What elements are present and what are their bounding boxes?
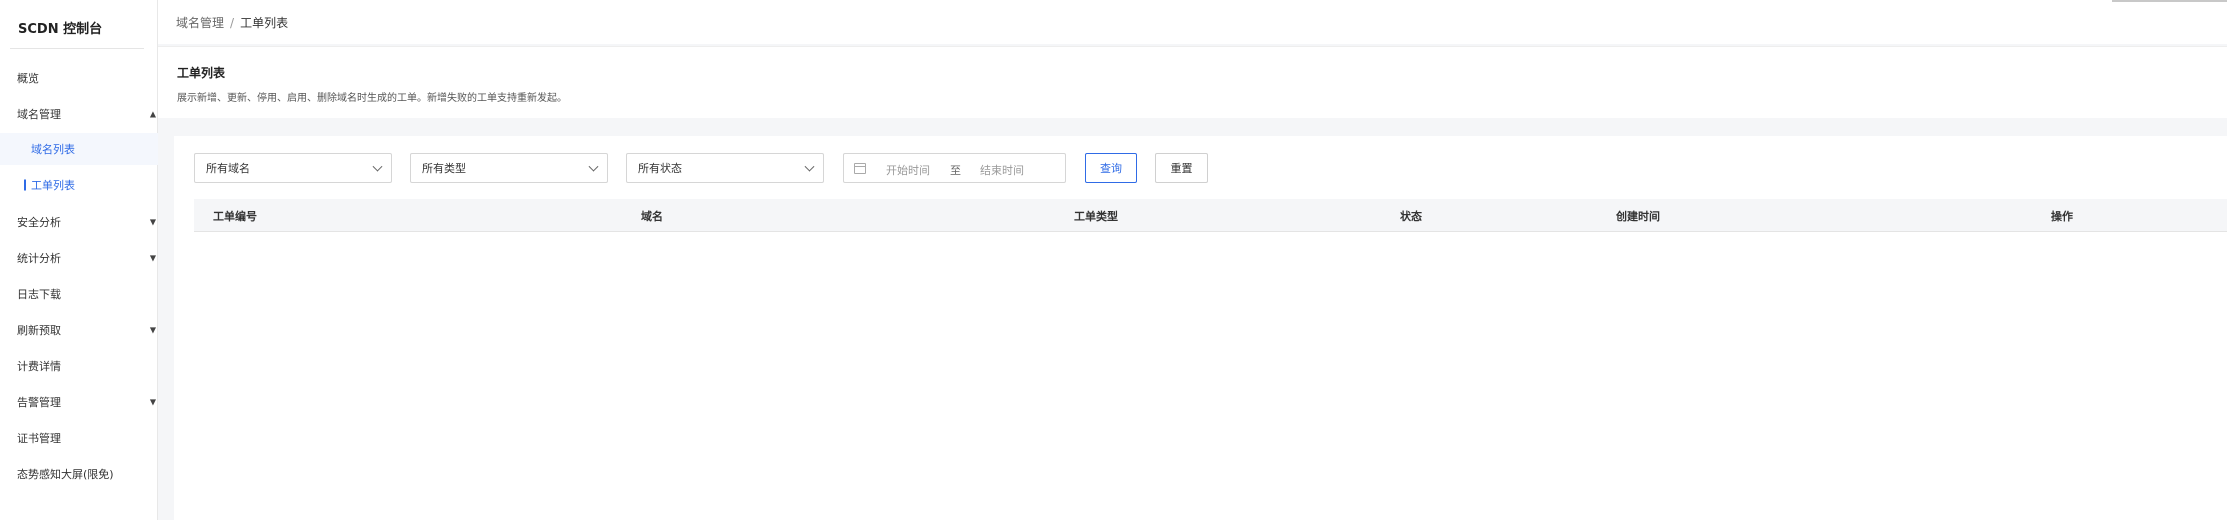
sidebar-item-domain-list[interactable]: 域名列表 — [0, 133, 158, 165]
sidebar: SCDN 控制台 概览 域名管理 ▲ 域名列表 工单列表 安全分析 ▼ 统计分析… — [0, 0, 158, 520]
chevron-down-icon — [804, 161, 815, 172]
sidebar-item-log-download[interactable]: 日志下载 — [0, 280, 158, 308]
column-header-status: 状态 — [1400, 209, 1422, 223]
type-select[interactable]: 所有类型 — [410, 153, 608, 183]
status-select[interactable]: 所有状态 — [626, 153, 824, 183]
domain-select[interactable]: 所有域名 — [194, 153, 392, 183]
active-indicator — [24, 179, 26, 191]
top-bar: 域名管理 / 工单列表 — [158, 0, 2227, 44]
status-select-value: 所有状态 — [638, 162, 682, 175]
sidebar-item-label: 态势感知大屏(限免) — [17, 468, 114, 481]
breadcrumb-parent[interactable]: 域名管理 — [176, 16, 224, 30]
chevron-down-icon — [588, 161, 599, 172]
column-header-domain: 域名 — [641, 209, 663, 223]
sidebar-item-label: 工单列表 — [31, 179, 75, 192]
sidebar-item-situation-dashboard[interactable]: 态势感知大屏(限免) — [0, 460, 158, 488]
chevron-down-icon: ▼ — [149, 253, 156, 263]
sidebar-item-label: 证书管理 — [17, 432, 61, 445]
sidebar-item-label: 域名列表 — [31, 143, 75, 156]
breadcrumb-separator: / — [230, 16, 235, 30]
chevron-down-icon: ▼ — [149, 325, 156, 335]
sidebar-item-label: 日志下载 — [17, 288, 61, 301]
ticket-list-panel: 所有域名 所有类型 所有状态 开始时间 至 结束时间 查询 重置 工单编号 域名… — [174, 136, 2227, 520]
start-date-input[interactable]: 开始时间 — [886, 162, 930, 178]
sidebar-item-certificates[interactable]: 证书管理 — [0, 424, 158, 452]
page-title: 工单列表 — [177, 66, 226, 80]
sidebar-item-domain-management[interactable]: 域名管理 ▲ — [0, 100, 158, 128]
chevron-up-icon: ▲ — [149, 109, 156, 119]
breadcrumb: 域名管理 / 工单列表 — [176, 14, 288, 31]
sidebar-item-statistics[interactable]: 统计分析 ▼ — [0, 244, 158, 272]
sidebar-item-billing[interactable]: 计费详情 — [0, 352, 158, 380]
app-title: SCDN 控制台 — [18, 22, 103, 37]
sidebar-item-alerts[interactable]: 告警管理 ▼ — [0, 388, 158, 416]
end-date-input[interactable]: 结束时间 — [980, 162, 1024, 178]
chevron-down-icon: ▼ — [149, 397, 156, 407]
table-header: 工单编号 域名 工单类型 状态 创建时间 操作 — [194, 199, 2227, 232]
column-header-ticket-type: 工单类型 — [1074, 209, 1118, 223]
chevron-down-icon: ▼ — [149, 217, 156, 227]
domain-select-value: 所有域名 — [206, 162, 250, 175]
app-root: SCDN 控制台 概览 域名管理 ▲ 域名列表 工单列表 安全分析 ▼ 统计分析… — [0, 0, 2227, 520]
query-button[interactable]: 查询 — [1085, 153, 1137, 183]
sidebar-item-label: 概览 — [17, 72, 39, 85]
page-description: 展示新增、更新、停用、启用、删除域名时生成的工单。新增失败的工单支持重新发起。 — [177, 93, 567, 104]
sidebar-item-label: 统计分析 — [17, 252, 61, 265]
sidebar-item-ticket-list[interactable]: 工单列表 — [0, 169, 158, 201]
sidebar-item-label: 计费详情 — [17, 360, 61, 373]
sidebar-item-refresh-prefetch[interactable]: 刷新预取 ▼ — [0, 316, 158, 344]
column-header-created-time: 创建时间 — [1616, 209, 1660, 223]
sidebar-item-label: 告警管理 — [17, 396, 61, 409]
sidebar-item-label: 安全分析 — [17, 216, 61, 229]
chevron-down-icon — [372, 161, 383, 172]
top-right-indicator — [2112, 0, 2227, 2]
date-range-picker[interactable]: 开始时间 至 结束时间 — [843, 153, 1066, 183]
column-header-ticket-id: 工单编号 — [213, 209, 257, 223]
sidebar-item-label: 域名管理 — [17, 108, 61, 121]
breadcrumb-current: 工单列表 — [240, 16, 289, 30]
sidebar-item-security-analysis[interactable]: 安全分析 ▼ — [0, 208, 158, 236]
sidebar-item-label: 刷新预取 — [17, 324, 61, 337]
reset-button[interactable]: 重置 — [1155, 153, 1208, 183]
type-select-value: 所有类型 — [422, 162, 466, 175]
brand-divider — [10, 48, 144, 49]
page-header: 工单列表 展示新增、更新、停用、启用、删除域名时生成的工单。新增失败的工单支持重… — [158, 46, 2227, 118]
sidebar-item-overview[interactable]: 概览 — [0, 64, 158, 92]
calendar-icon — [854, 163, 866, 174]
column-header-actions: 操作 — [2051, 209, 2073, 223]
date-range-separator: 至 — [950, 164, 961, 177]
